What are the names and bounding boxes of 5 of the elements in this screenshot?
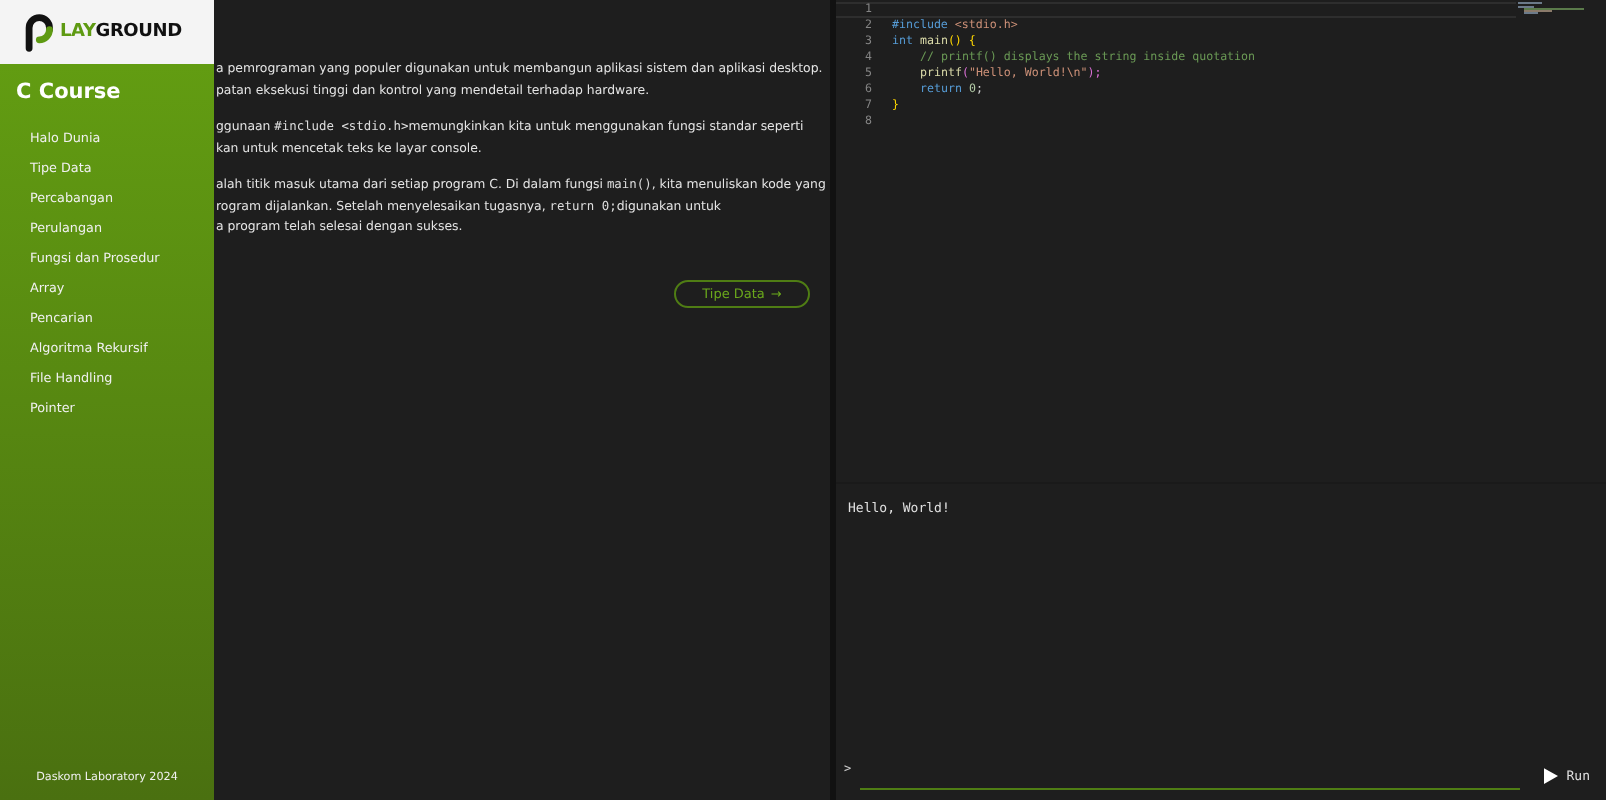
logo-icon (24, 13, 58, 51)
logo[interactable]: LAYGROUND (0, 0, 214, 64)
play-icon (1544, 768, 1559, 784)
logo-text: LAYGROUND (60, 22, 182, 42)
course-title: C Course (14, 78, 123, 108)
